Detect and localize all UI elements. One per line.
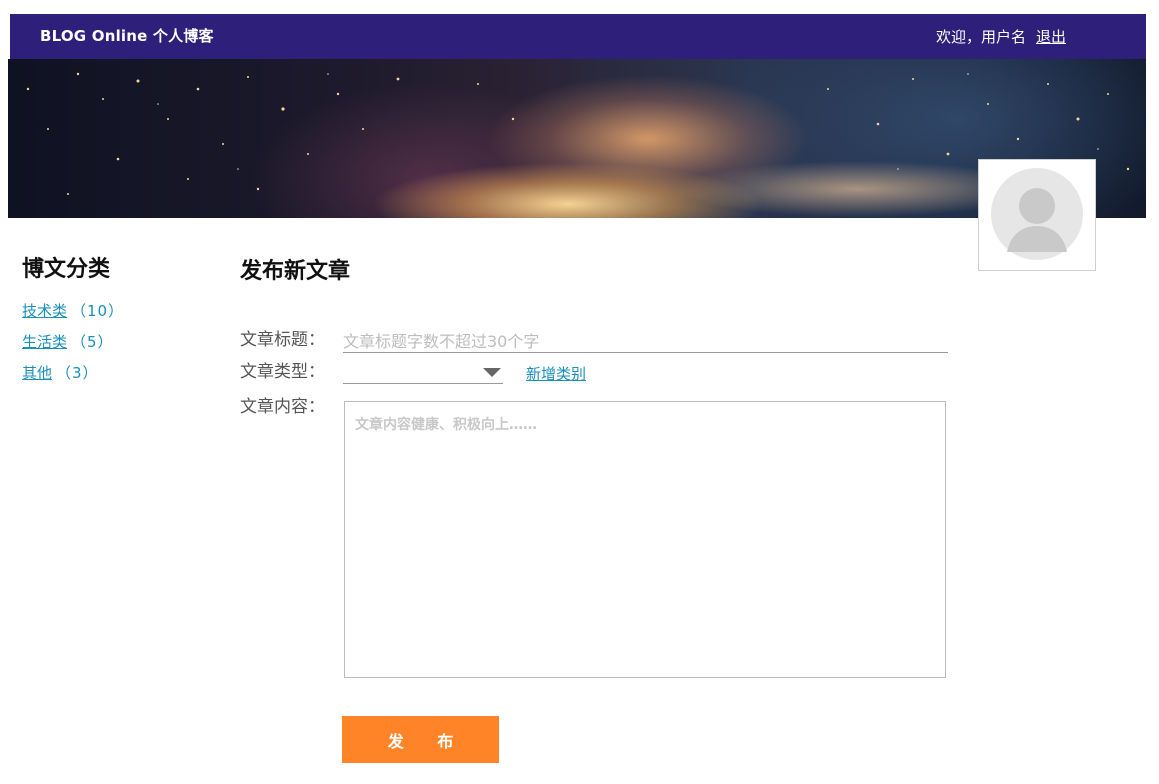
sidebar-title: 博文分类 — [22, 257, 111, 282]
publish-button[interactable]: 发 布 — [342, 716, 499, 763]
site-brand[interactable]: BLOG Online 个人博客 — [40, 14, 214, 59]
article-title-input[interactable] — [343, 330, 948, 353]
content-label: 文章内容： — [240, 397, 325, 417]
category-link-other[interactable]: 其他 — [22, 364, 52, 382]
default-avatar-icon — [991, 168, 1083, 260]
logout-link[interactable]: 退出 — [1036, 28, 1066, 46]
user-avatar[interactable] — [978, 159, 1096, 271]
category-count: （3） — [56, 364, 99, 382]
category-count: （5） — [71, 333, 114, 351]
title-label: 文章标题： — [240, 330, 325, 350]
starfield-decoration — [26, 72, 1130, 195]
page: BLOG Online 个人博客 欢迎，用户名 退出 博文分类 技术类 （10）… — [0, 0, 1159, 784]
top-navbar: BLOG Online 个人博客 欢迎，用户名 退出 — [10, 14, 1146, 59]
chevron-down-icon[interactable] — [483, 368, 501, 377]
category-item: 生活类 （5） — [22, 327, 202, 358]
type-label: 文章类型： — [240, 362, 325, 382]
header-banner — [8, 59, 1146, 218]
page-title: 发布新文章 — [240, 259, 351, 284]
category-sidebar: 博文分类 技术类 （10） 生活类 （5） 其他 （3） — [22, 254, 202, 389]
category-count: （10） — [71, 302, 125, 320]
category-item: 技术类 （10） — [22, 296, 202, 327]
category-item: 其他 （3） — [22, 358, 202, 389]
add-category-link[interactable]: 新增类别 — [526, 363, 586, 385]
category-link-tech[interactable]: 技术类 — [22, 302, 67, 320]
category-link-life[interactable]: 生活类 — [22, 333, 67, 351]
article-content-textarea[interactable] — [344, 401, 946, 678]
welcome-text: 欢迎，用户名 — [935, 28, 1026, 46]
article-type-select[interactable] — [343, 361, 503, 384]
user-area: 欢迎，用户名 退出 — [936, 14, 1066, 61]
